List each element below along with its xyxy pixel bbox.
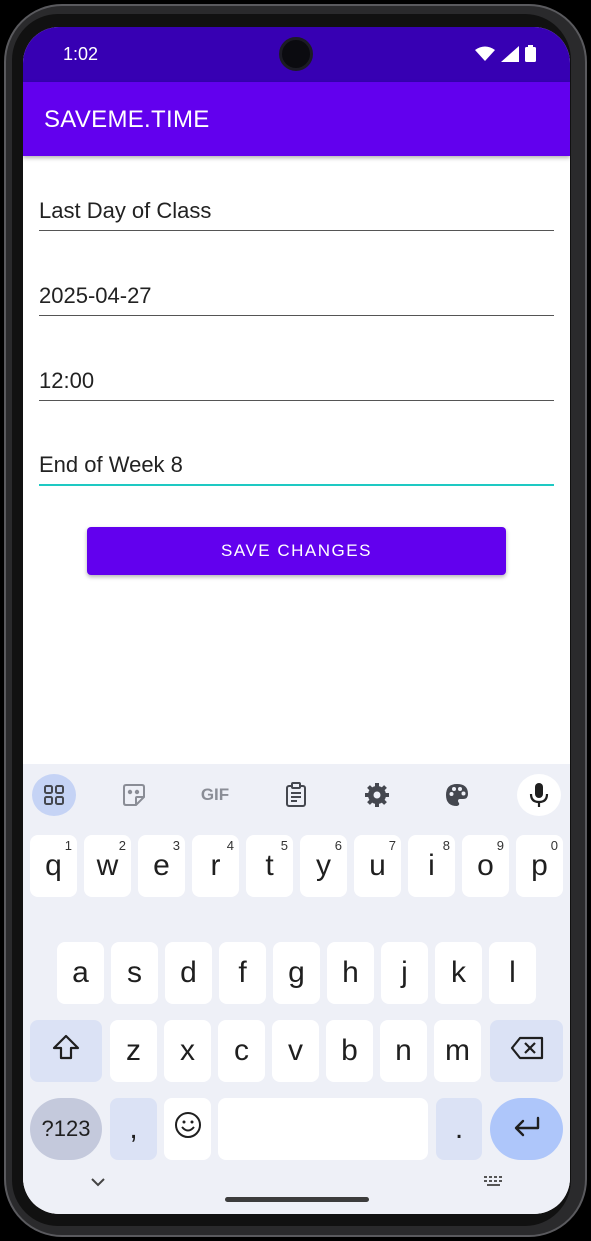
key-s[interactable]: s <box>111 942 158 1004</box>
key-label: y <box>316 849 331 882</box>
event-time-field[interactable] <box>39 351 554 401</box>
key-hint: 3 <box>172 838 180 853</box>
key-t[interactable]: t5 <box>246 835 293 897</box>
key-a[interactable]: a <box>57 942 104 1004</box>
key-label: q <box>45 849 62 882</box>
home-handle[interactable] <box>225 1197 369 1202</box>
key-l[interactable]: l <box>489 942 536 1004</box>
key-d[interactable]: d <box>165 942 212 1004</box>
event-date-input[interactable] <box>39 283 554 309</box>
emoji-icon <box>174 1111 202 1147</box>
shift-key[interactable] <box>30 1020 102 1082</box>
key-hint: 4 <box>226 838 234 853</box>
event-note-input[interactable] <box>39 452 554 478</box>
key-i[interactable]: i8 <box>408 835 455 897</box>
event-date-field[interactable] <box>39 266 554 316</box>
key-v[interactable]: v <box>272 1020 319 1082</box>
app-bar: SAVEME.TIME <box>23 82 570 156</box>
key-hint: 0 <box>550 838 558 853</box>
battery-icon <box>525 45 536 67</box>
key-h[interactable]: h <box>327 942 374 1004</box>
key-label: e <box>153 849 170 882</box>
key-label: t <box>265 849 274 882</box>
key-z[interactable]: z <box>110 1020 157 1082</box>
screen: 1:02 SAVEME.TIME SAVE CHANGES <box>23 27 570 1214</box>
mic-icon[interactable] <box>517 774 561 816</box>
save-changes-button[interactable]: SAVE CHANGES <box>87 527 506 575</box>
key-o[interactable]: o9 <box>462 835 509 897</box>
shift-icon <box>52 1034 80 1068</box>
keyboard-toolbar: GIF <box>23 764 570 826</box>
key-g[interactable]: g <box>273 942 320 1004</box>
key-c[interactable]: c <box>218 1020 265 1082</box>
key-hint: 2 <box>118 838 126 853</box>
hide-keyboard-icon[interactable] <box>89 1175 107 1193</box>
event-title-field[interactable] <box>39 181 554 231</box>
apps-grid-icon[interactable] <box>32 774 76 816</box>
enter-icon <box>513 1112 541 1146</box>
key-label: o <box>477 849 494 882</box>
event-note-field[interactable] <box>39 436 554 486</box>
key-p[interactable]: p0 <box>516 835 563 897</box>
key-label: p <box>531 849 548 882</box>
emoji-key[interactable] <box>164 1098 211 1160</box>
symbols-key[interactable]: ?123 <box>30 1098 102 1160</box>
key-n[interactable]: n <box>380 1020 427 1082</box>
settings-icon[interactable] <box>355 774 399 816</box>
key-r[interactable]: r4 <box>192 835 239 897</box>
palette-icon[interactable] <box>435 774 479 816</box>
enter-key[interactable] <box>490 1098 563 1160</box>
front-camera <box>279 37 313 71</box>
event-time-input[interactable] <box>39 368 554 394</box>
key-hint: 5 <box>280 838 288 853</box>
key-label: w <box>96 849 119 882</box>
sticker-icon[interactable] <box>112 774 156 816</box>
key-label: i <box>428 849 435 882</box>
key-e[interactable]: e3 <box>138 835 185 897</box>
soft-keyboard: GIF ?123 , . q 1 w 2 e 3 r 4 t 5 y 6 u 7… <box>23 764 570 1214</box>
navigation-bar <box>23 1167 570 1214</box>
key-m[interactable]: m <box>434 1020 481 1082</box>
key-hint: 9 <box>496 838 504 853</box>
key-f[interactable]: f <box>219 942 266 1004</box>
key-label: u <box>369 849 386 882</box>
key-q[interactable]: q1 <box>30 835 77 897</box>
key-y[interactable]: y6 <box>300 835 347 897</box>
app-title: SAVEME.TIME <box>44 106 210 133</box>
clipboard-icon[interactable] <box>274 774 318 816</box>
event-title-input[interactable] <box>39 198 554 224</box>
key-hint: 8 <box>442 838 450 853</box>
status-time: 1:02 <box>63 44 99 64</box>
comma-key[interactable]: , <box>110 1098 157 1160</box>
key-u[interactable]: u7 <box>354 835 401 897</box>
key-j[interactable]: j <box>381 942 428 1004</box>
key-k[interactable]: k <box>435 942 482 1004</box>
keyboard-switch-icon[interactable] <box>483 1175 505 1194</box>
status-icons <box>475 45 536 67</box>
wifi-icon <box>475 46 495 67</box>
key-w[interactable]: w2 <box>84 835 131 897</box>
key-b[interactable]: b <box>326 1020 373 1082</box>
gif-button[interactable]: GIF <box>193 774 237 816</box>
key-hint: 1 <box>64 838 72 853</box>
status-bar: 1:02 <box>23 27 570 82</box>
backspace-key[interactable] <box>490 1020 563 1082</box>
signal-icon <box>501 45 519 67</box>
period-key[interactable]: . <box>436 1098 482 1160</box>
key-label: r <box>210 849 221 882</box>
key-hint: 7 <box>388 838 396 853</box>
key-hint: 6 <box>334 838 342 853</box>
space-key[interactable] <box>218 1098 428 1160</box>
key-x[interactable]: x <box>164 1020 211 1082</box>
backspace-icon <box>510 1034 544 1068</box>
